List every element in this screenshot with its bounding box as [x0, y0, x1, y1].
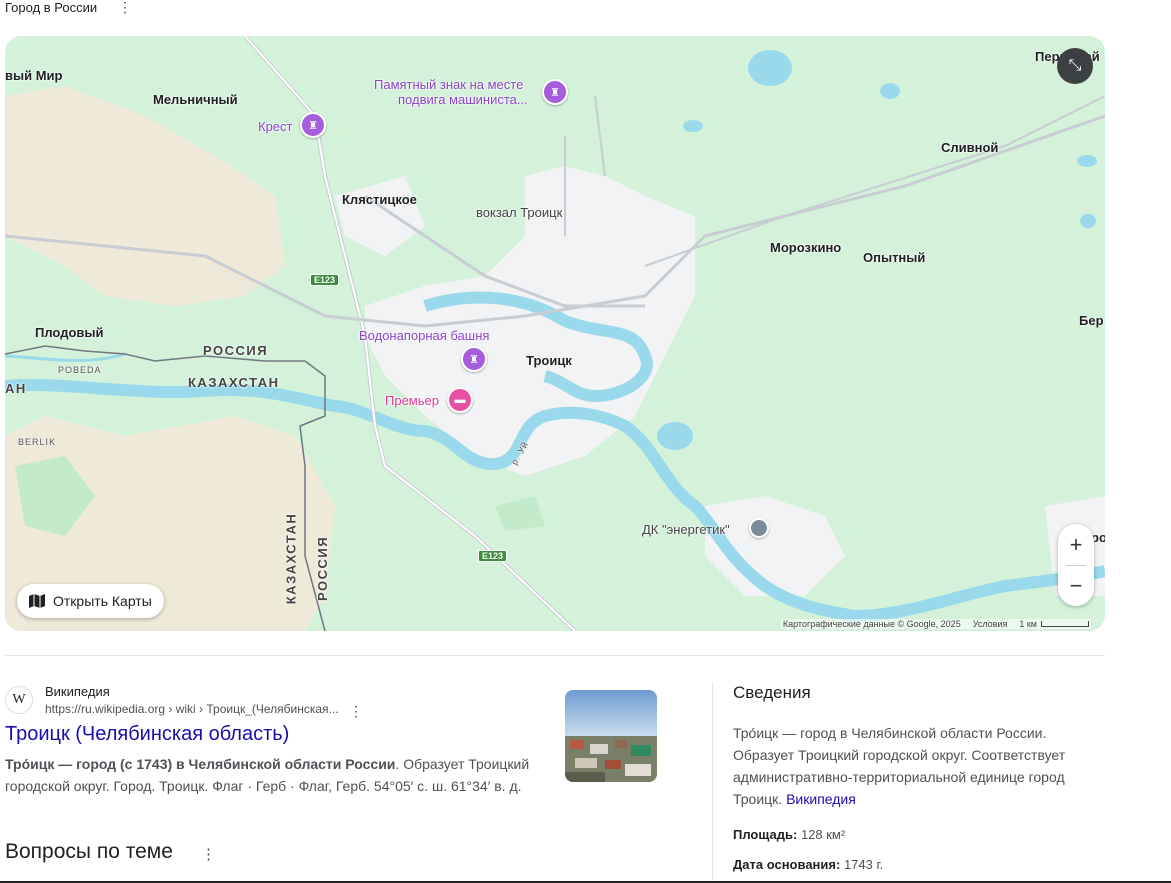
result-thumbnail[interactable] [565, 690, 657, 782]
info-description-text: Тро́ицк — город в Челябинской области Ро… [733, 725, 1066, 807]
questions-more-options-icon[interactable]: ⋮ [201, 845, 216, 863]
landmark-pin-icon[interactable]: ♜ [300, 112, 326, 138]
result-url[interactable]: https://ru.wikipedia.org › wiki › Троицк… [45, 702, 339, 716]
map-canvas [5, 36, 1105, 631]
info-source-link[interactable]: Википедия [786, 791, 856, 807]
highway-shield: E123 [310, 274, 340, 286]
map-label-kazakhstan: КАЗАХСТАН [188, 375, 280, 390]
result-source-name[interactable]: Википедия [45, 684, 110, 699]
fact-founded: Дата основания: 1743 г. [733, 857, 883, 872]
open-maps-label: Открыть Карты [53, 593, 152, 609]
map-label-opytny: Опытный [863, 250, 926, 265]
map-label-melnichny: Мельничный [153, 92, 238, 107]
terms-link[interactable]: Условия [973, 619, 1008, 629]
map[interactable]: вый Мир Мельничный Крест ♜ Памятный знак… [5, 36, 1105, 631]
attribution-text: Картографические данные © Google, 2025 [782, 619, 961, 629]
section-divider [5, 655, 1105, 656]
map-label-moroskino: Морозкино [770, 240, 842, 255]
scale-bar [1041, 621, 1089, 627]
open-maps-button[interactable]: Открыть Карты [17, 584, 164, 618]
map-label-troitsk: Троицк [526, 353, 572, 368]
hotel-pin-icon[interactable]: ▬ [447, 387, 473, 413]
map-label-premier[interactable]: Премьер [385, 393, 439, 408]
map-label-klyastitskoe: Клястицкое [342, 192, 417, 207]
map-label-dk[interactable]: ДК "энергетик" [642, 522, 730, 537]
fact-area-label: Площадь: [733, 827, 798, 842]
map-label-kazakhstan-vertical: КАЗАХСТАН [283, 512, 299, 605]
map-icon [29, 594, 45, 608]
map-label-berlik: BERLIK [18, 437, 57, 447]
map-label-mir: вый Мир [5, 68, 63, 83]
related-questions-title: Вопросы по теме [5, 840, 173, 863]
map-label-krest[interactable]: Крест [258, 119, 293, 134]
fact-founded-label: Дата основания: [733, 857, 841, 872]
fact-area-value: 128 км² [800, 827, 846, 842]
landmark-pin-icon[interactable]: ♜ [542, 79, 568, 105]
result-snippet: Тро́ицк — город (с 1743) в Челябинской о… [5, 753, 550, 797]
city-photo [565, 690, 657, 782]
map-label-an: АН [5, 381, 27, 396]
map-label-russia: РОССИЯ [203, 343, 269, 358]
scale-label: 1 км [1019, 619, 1089, 629]
map-label-ber: Бер [1079, 313, 1104, 328]
exit-fullscreen-icon: ⤡ [1068, 57, 1082, 74]
column-divider [712, 682, 713, 883]
zoom-divider [1066, 565, 1086, 566]
zoom-in-button[interactable]: + [1058, 524, 1094, 565]
more-options-icon[interactable]: ⋮ [118, 0, 132, 16]
map-label-russia-vertical: РОССИЯ [315, 535, 331, 602]
entity-subtitle: Город в России [5, 0, 98, 15]
highway-shield: E123 [478, 550, 508, 562]
map-label-plodovy: Плодовый [35, 325, 104, 340]
zoom-out-button[interactable]: − [1058, 565, 1094, 606]
fullscreen-button[interactable]: ⤡ [1057, 48, 1093, 84]
result-title-link[interactable]: Троицк (Челябинская область) [5, 723, 289, 746]
zoom-controls: + − [1058, 524, 1094, 606]
place-pin-icon[interactable] [749, 518, 769, 538]
result-more-options-icon[interactable]: ⋮ [349, 703, 363, 720]
snippet-bold: Тро́ицк — город (с 1743) в Челябинской о… [5, 756, 396, 772]
info-panel-title: Сведения [733, 683, 811, 702]
wikipedia-favicon-icon[interactable]: W [5, 686, 33, 714]
map-label-slivnoy: Сливной [941, 140, 999, 155]
map-label-memorial-2[interactable]: подвига машиниста... [398, 92, 528, 107]
landmark-pin-icon[interactable]: ♜ [461, 346, 487, 372]
map-label-station[interactable]: вокзал Троицк [476, 205, 562, 220]
info-description: Тро́ицк — город в Челябинской области Ро… [733, 722, 1083, 810]
fact-area: Площадь: 128 км² [733, 827, 845, 842]
map-label-water-tower[interactable]: Водонапорная башня [359, 328, 489, 343]
map-label-pobeda: POBEDA [58, 365, 102, 375]
fact-founded-value: 1743 г. [843, 857, 884, 872]
map-label-memorial[interactable]: Памятный знак на месте [374, 77, 523, 92]
map-attribution: Картографические данные © Google, 2025 У… [780, 619, 1091, 629]
